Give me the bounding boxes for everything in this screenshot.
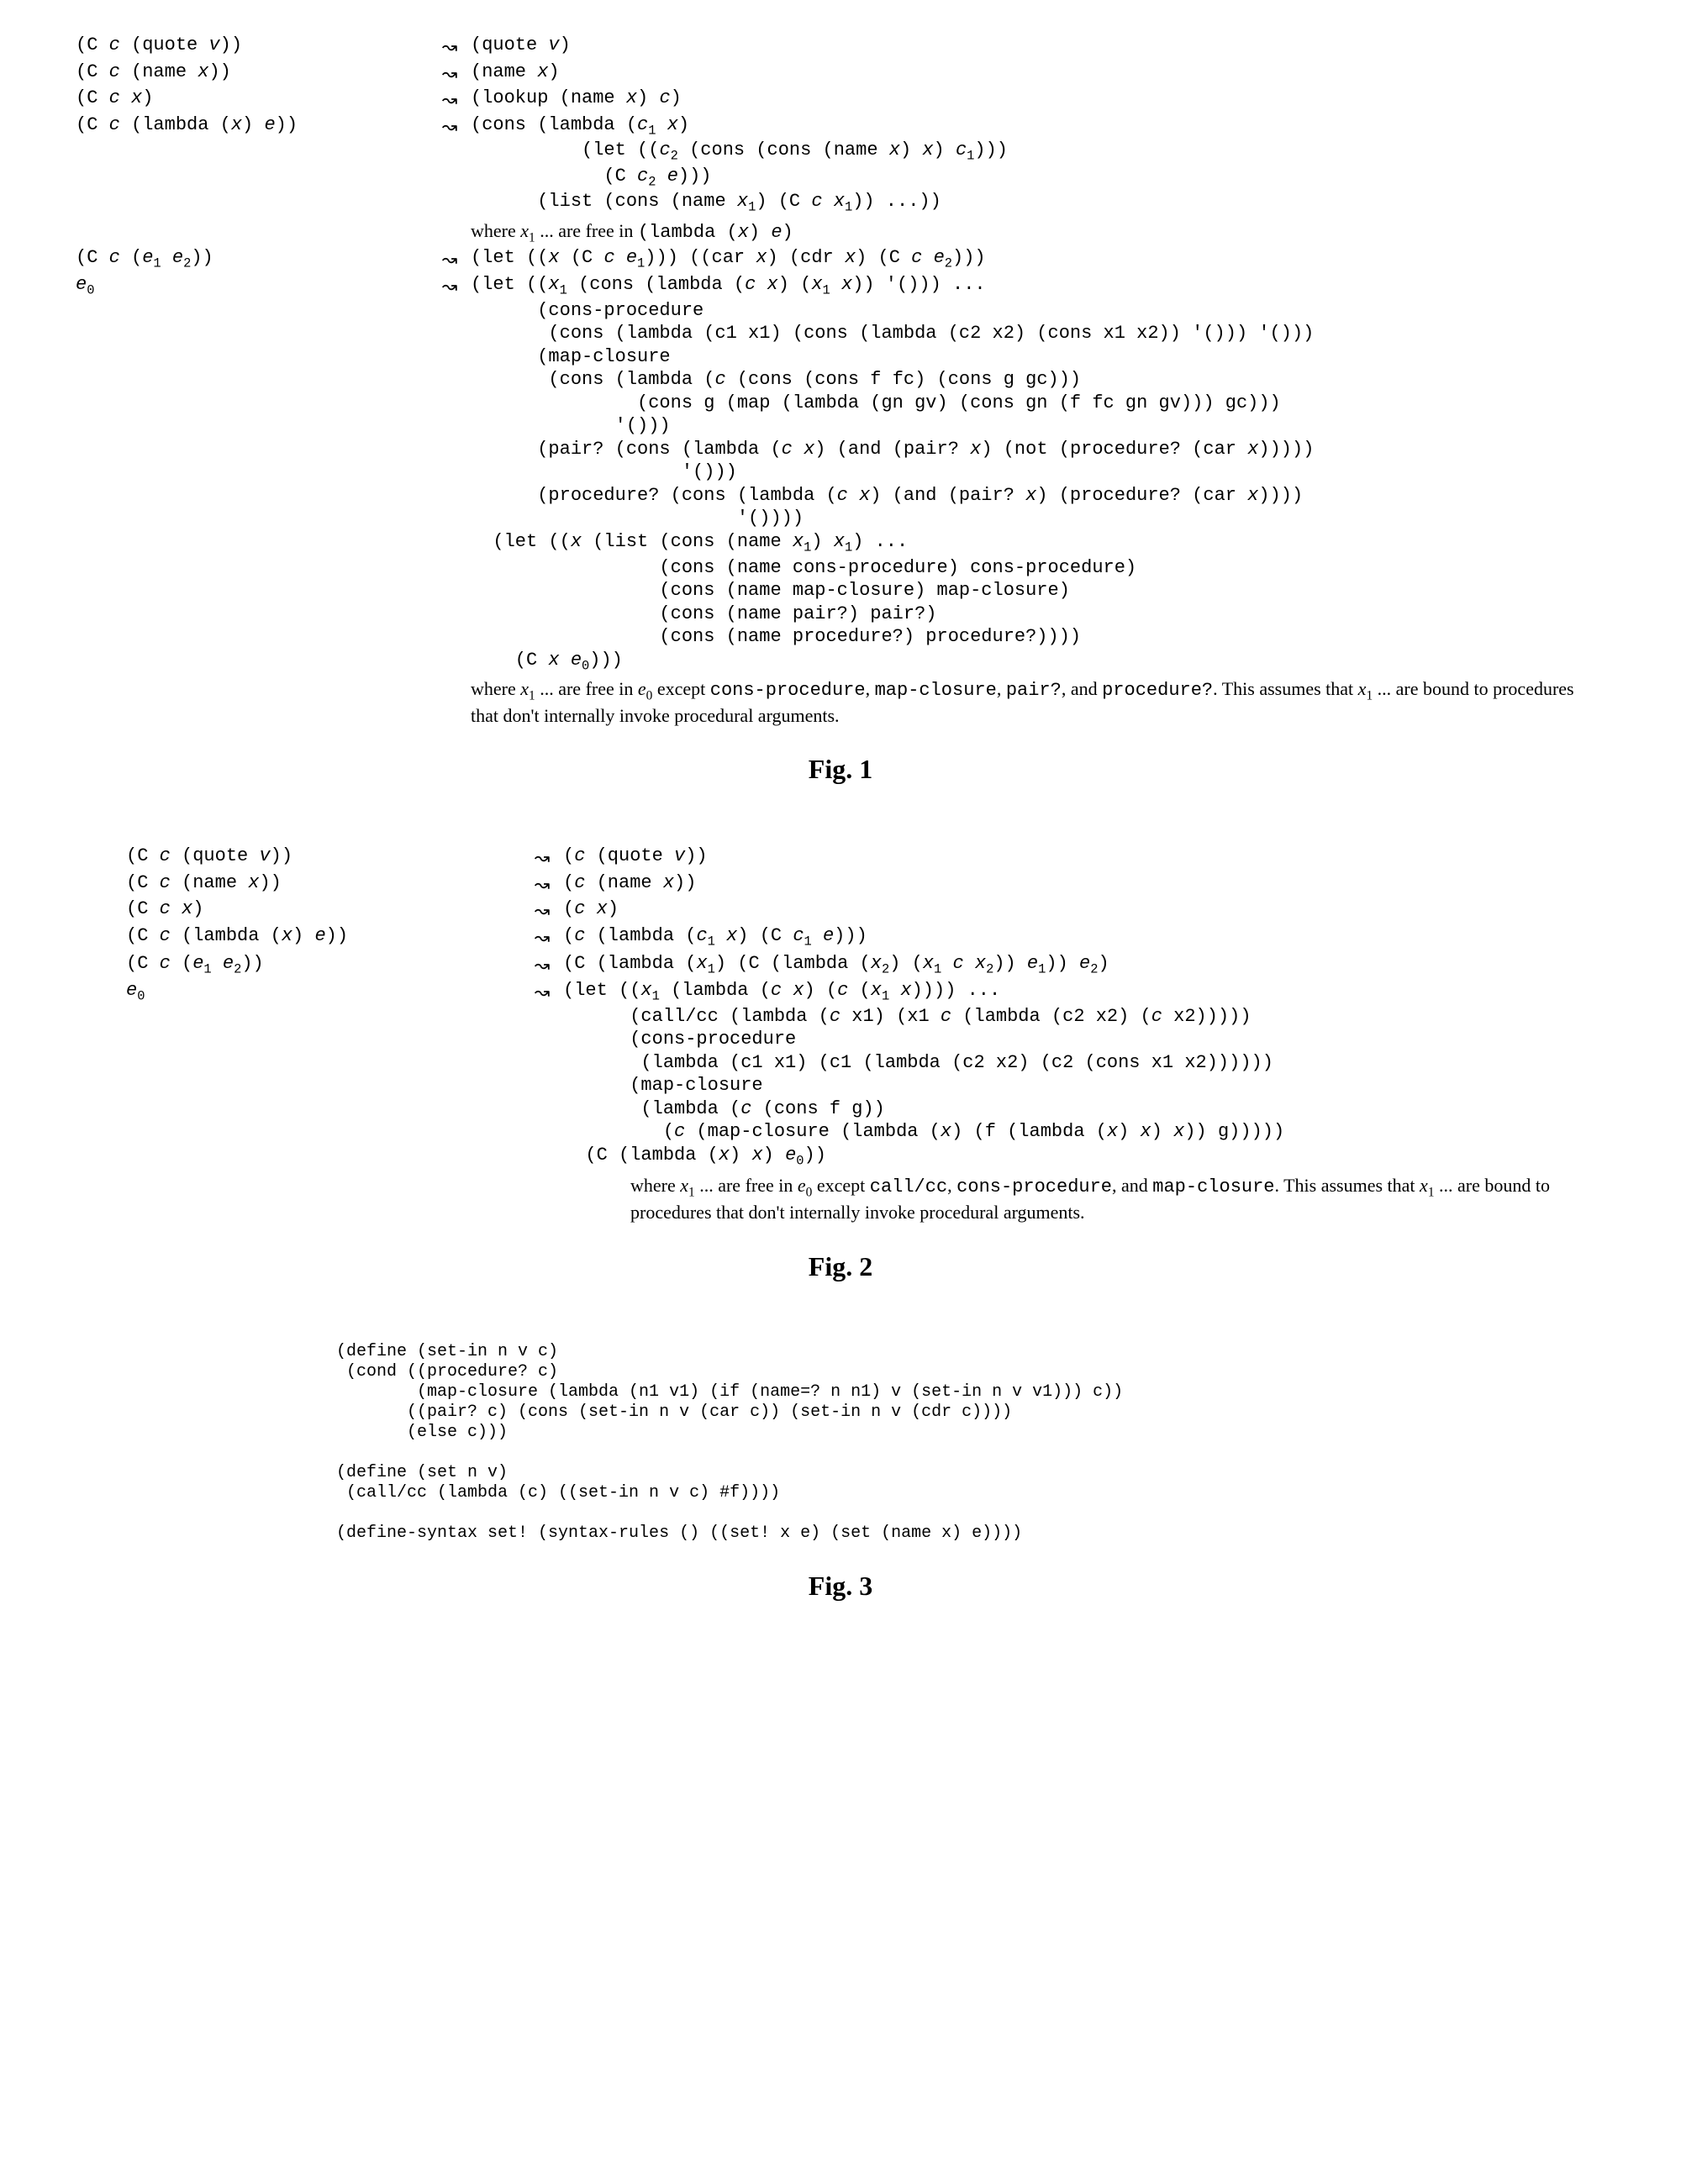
rewrite-arrow-icon: ↝ — [429, 113, 471, 139]
rewrite-arrow-icon: ↝ — [521, 952, 563, 977]
rewrite-arrow-icon: ↝ — [521, 871, 563, 897]
transformation-note: where x1 ... are free in e0 except cons-… — [42, 677, 1605, 727]
transformation-lhs: (C c (quote v)) — [42, 845, 521, 868]
transformation-rhs: (C (lambda (x1) (C (lambda (x2) (x1 c x2… — [563, 952, 1639, 978]
transformation-note: where x1 ... are free in e0 except call/… — [42, 1174, 1597, 1224]
transformation-row: e0↝(let ((x1 (cons (lambda (c x) (x1 x))… — [42, 273, 1639, 674]
transformation-row: (C c (lambda (x) e))↝(c (lambda (c1 x) (… — [42, 924, 1639, 950]
rewrite-arrow-icon: ↝ — [429, 61, 471, 86]
transformation-row: (C c (name x))↝(name x) — [42, 61, 1639, 86]
rewrite-arrow-icon: ↝ — [429, 273, 471, 298]
transformation-row: (C c (lambda (x) e))↝(cons (lambda (c1 x… — [42, 113, 1639, 217]
figure-1-label: Fig. 1 — [42, 752, 1639, 786]
transformation-rhs: (name x) — [471, 61, 1639, 84]
transformation-lhs: (C c (quote v)) — [42, 34, 429, 57]
rewrite-arrow-icon: ↝ — [521, 845, 563, 870]
transformation-lhs: e0 — [42, 979, 521, 1005]
fig1-rows: (C c (quote v))↝(quote v)(C c (name x))↝… — [42, 34, 1639, 727]
rewrite-arrow-icon: ↝ — [429, 34, 471, 59]
transformation-row: (C c x)↝(c x) — [42, 897, 1639, 923]
figure-2-label: Fig. 2 — [42, 1250, 1639, 1283]
rewrite-arrow-icon: ↝ — [429, 87, 471, 112]
transformation-rhs: (c (name x)) — [563, 871, 1639, 895]
transformation-lhs: (C c (name x)) — [42, 61, 429, 84]
transformation-lhs: (C c (lambda (x) e)) — [42, 113, 429, 137]
transformation-lhs: (C c (lambda (x) e)) — [42, 924, 521, 948]
transformation-row: e0↝(let ((x1 (lambda (c x) (c (x1 x)))) … — [42, 979, 1639, 1169]
transformation-row: (C c (e1 e2))↝(C (lambda (x1) (C (lambda… — [42, 952, 1639, 978]
figure-1: (C c (quote v))↝(quote v)(C c (name x))↝… — [42, 34, 1639, 786]
transformation-row: (C c (quote v))↝(quote v) — [42, 34, 1639, 59]
transformation-rhs: (lookup (name x) c) — [471, 87, 1639, 110]
transformation-lhs: e0 — [42, 273, 429, 299]
transformation-note: where x1 ... are free in (lambda (x) e) — [42, 219, 1605, 246]
rewrite-arrow-icon: ↝ — [521, 924, 563, 950]
transformation-rhs: (quote v) — [471, 34, 1639, 57]
fig2-rows: (C c (quote v))↝(c (quote v))(C c (name … — [42, 845, 1639, 1224]
transformation-row: (C c x)↝(lookup (name x) c) — [42, 87, 1639, 112]
transformation-rhs: (let ((x1 (cons (lambda (c x) (x1 x)) '(… — [471, 273, 1639, 674]
transformation-rhs: (cons (lambda (c1 x) (let ((c2 (cons (co… — [471, 113, 1639, 217]
transformation-row: (C c (name x))↝(c (name x)) — [42, 871, 1639, 897]
transformation-rhs: (let ((x (C c e1))) ((car x) (cdr x) (C … — [471, 246, 1639, 272]
figure-2: (C c (quote v))↝(c (quote v))(C c (name … — [42, 845, 1639, 1282]
transformation-lhs: (C c (e1 e2)) — [42, 952, 521, 978]
transformation-rhs: (c (lambda (c1 x) (C c1 e))) — [563, 924, 1639, 950]
rewrite-arrow-icon: ↝ — [521, 897, 563, 923]
transformation-lhs: (C c (e1 e2)) — [42, 246, 429, 272]
figure-3: (define (set-in n v c) (cond ((procedure… — [42, 1342, 1639, 1602]
transformation-lhs: (C c x) — [42, 87, 429, 110]
transformation-row: (C c (e1 e2))↝(let ((x (C c e1))) ((car … — [42, 246, 1639, 272]
transformation-rhs: (c x) — [563, 897, 1639, 921]
transformation-rhs: (c (quote v)) — [563, 845, 1639, 868]
transformation-lhs: (C c x) — [42, 897, 521, 921]
figure-3-code: (define (set-in n v c) (cond ((procedure… — [42, 1342, 1639, 1544]
transformation-rhs: (let ((x1 (lambda (c x) (c (x1 x)))) ...… — [563, 979, 1639, 1169]
figure-3-label: Fig. 3 — [42, 1569, 1639, 1602]
transformation-row: (C c (quote v))↝(c (quote v)) — [42, 845, 1639, 870]
rewrite-arrow-icon: ↝ — [429, 246, 471, 271]
rewrite-arrow-icon: ↝ — [521, 979, 563, 1004]
transformation-lhs: (C c (name x)) — [42, 871, 521, 895]
